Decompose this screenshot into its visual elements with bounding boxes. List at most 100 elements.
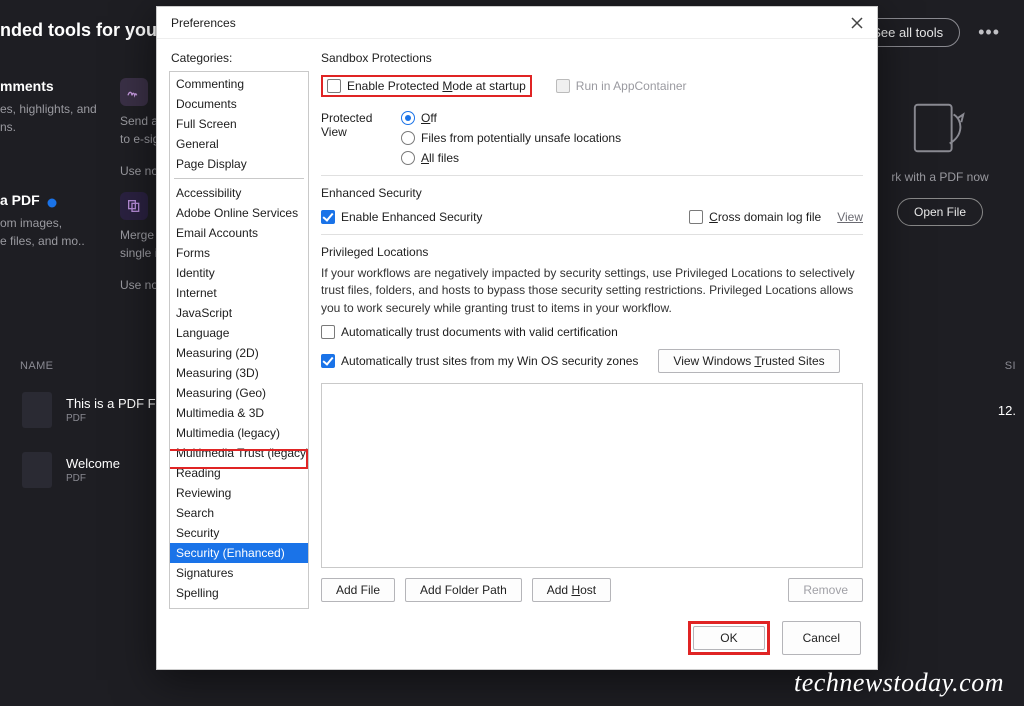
open-file-button[interactable]: Open File (897, 198, 983, 226)
pdf-file-icon (22, 452, 52, 488)
category-documents[interactable]: Documents (170, 94, 308, 114)
pv-all-input[interactable] (401, 151, 415, 165)
category-security-enhanced[interactable]: Security (Enhanced) (170, 543, 308, 563)
category-reviewing[interactable]: Reviewing (170, 483, 308, 503)
pv-unsafe-radio[interactable]: Files from potentially unsafe locations (401, 131, 621, 145)
category-internet[interactable]: Internet (170, 283, 308, 303)
add-host-button[interactable]: Add Host (532, 578, 611, 602)
category-search[interactable]: Search (170, 503, 308, 523)
auto-os-checkbox[interactable]: Automatically trust sites from my Win OS… (321, 354, 638, 368)
cross-domain-checkbox[interactable]: Cross domain log file (689, 210, 821, 224)
category-full-screen[interactable]: Full Screen (170, 114, 308, 134)
add-folder-button[interactable]: Add Folder Path (405, 578, 522, 602)
tools-heading: nded tools for you (0, 20, 157, 41)
merge-card-line1: Merge (120, 226, 158, 244)
category-spelling[interactable]: Spelling (170, 583, 308, 603)
category-tracker[interactable]: Tracker (170, 603, 308, 609)
signature-card-line2: to e-sig (120, 130, 159, 148)
category-adobe-online-services[interactable]: Adobe Online Services (170, 203, 308, 223)
auto-os-label: Automatically trust sites from my Win OS… (341, 354, 638, 368)
privileged-desc: If your workflows are negatively impacte… (321, 265, 863, 317)
add-file-button[interactable]: Add File (321, 578, 395, 602)
auto-cert-label: Automatically trust documents with valid… (341, 325, 618, 339)
privileged-locations-list[interactable] (321, 383, 863, 568)
col-size: SI (1005, 360, 1016, 372)
pv-all-radio[interactable]: All files (401, 151, 621, 165)
app-container-input[interactable] (556, 79, 570, 93)
ok-highlight: OK (688, 621, 769, 655)
category-general[interactable]: General (170, 134, 308, 154)
file-name: This is a PDF File (66, 396, 169, 411)
auto-cert-checkbox[interactable]: Automatically trust documents with valid… (321, 325, 863, 339)
pv-off-label: Off (421, 111, 437, 125)
category-security[interactable]: Security (170, 523, 308, 543)
category-reading[interactable]: Reading (170, 463, 308, 483)
privileged-section: Privileged Locations If your workflows a… (321, 245, 863, 609)
merge-card-line2: single i (120, 244, 158, 262)
pv-all-label: All files (421, 151, 459, 165)
file-size: 12. (998, 403, 1016, 418)
protected-mode-input[interactable] (327, 79, 341, 93)
signature-card-icon (120, 78, 148, 106)
view-link[interactable]: View (837, 210, 863, 224)
info-icon (46, 197, 58, 209)
use-now-2[interactable]: Use no (120, 276, 158, 294)
use-now-1[interactable]: Use no (120, 162, 159, 180)
category-separator (174, 178, 304, 179)
view-trusted-sites-button[interactable]: View Windows Trusted Sites (658, 349, 839, 373)
category-multimedia-3d[interactable]: Multimedia & 3D (170, 403, 308, 423)
protected-mode-label: Enable Protected Mode at startup (347, 79, 526, 93)
signature-card-line1: Send a (120, 112, 159, 130)
cross-domain-input[interactable] (689, 210, 703, 224)
category-signatures[interactable]: Signatures (170, 563, 308, 583)
pv-unsafe-label: Files from potentially unsafe locations (421, 131, 621, 145)
cancel-button[interactable]: Cancel (782, 621, 861, 655)
file-type: PDF (66, 413, 169, 424)
category-commenting[interactable]: Commenting (170, 74, 308, 94)
sandbox-section: Sandbox Protections Enable Protected Mod… (321, 51, 863, 176)
category-javascript[interactable]: JavaScript (170, 303, 308, 323)
auto-cert-input[interactable] (321, 325, 335, 339)
categories-list[interactable]: Commenting Documents Full Screen General… (169, 71, 309, 609)
category-multimedia-legacy[interactable]: Multimedia (legacy) (170, 423, 308, 443)
app-container-checkbox[interactable]: Run in AppContainer (556, 79, 687, 93)
category-multimedia-trust-legacy[interactable]: Multimedia Trust (legacy) (170, 443, 308, 463)
pdf-tool-title: a PDF (0, 192, 40, 208)
category-measuring-3d[interactable]: Measuring (3D) (170, 363, 308, 383)
category-language[interactable]: Language (170, 323, 308, 343)
open-file-card: rk with a PDF now Open File (880, 100, 1000, 226)
pdf-file-icon (22, 392, 52, 428)
remove-button[interactable]: Remove (788, 578, 863, 602)
file-name: Welcome (66, 456, 120, 471)
category-measuring-2d[interactable]: Measuring (2D) (170, 343, 308, 363)
enable-enhanced-label: Enable Enhanced Security (341, 210, 482, 224)
ok-button[interactable]: OK (693, 626, 764, 650)
enable-enhanced-input[interactable] (321, 210, 335, 224)
pv-unsafe-input[interactable] (401, 131, 415, 145)
enable-enhanced-checkbox[interactable]: Enable Enhanced Security (321, 210, 482, 224)
close-button[interactable] (845, 11, 869, 35)
category-forms[interactable]: Forms (170, 243, 308, 263)
merge-card-icon (120, 192, 148, 220)
privileged-heading: Privileged Locations (321, 245, 863, 259)
protected-mode-highlight: Enable Protected Mode at startup (321, 75, 532, 97)
auto-os-input[interactable] (321, 354, 335, 368)
enhanced-heading: Enhanced Security (321, 186, 863, 200)
pv-off-input[interactable] (401, 111, 415, 125)
category-email-accounts[interactable]: Email Accounts (170, 223, 308, 243)
app-container-label: Run in AppContainer (576, 79, 687, 93)
file-type: PDF (66, 473, 120, 484)
pv-off-radio[interactable]: Off (401, 111, 621, 125)
category-page-display[interactable]: Page Display (170, 154, 308, 174)
category-identity[interactable]: Identity (170, 263, 308, 283)
protected-view-label: Protected View (321, 111, 391, 139)
category-accessibility[interactable]: Accessibility (170, 183, 308, 203)
enhanced-section: Enhanced Security Enable Enhanced Securi… (321, 186, 863, 235)
category-measuring-geo[interactable]: Measuring (Geo) (170, 383, 308, 403)
cross-domain-label: Cross domain log file (709, 210, 821, 224)
pdf-tool-subtitle: om images, e files, and mo.. (0, 214, 85, 250)
preferences-dialog: Preferences Categories: Commenting Docum… (156, 6, 878, 670)
pdf-thumbnail-icon (909, 100, 971, 156)
more-menu-icon[interactable]: ••• (978, 22, 1000, 43)
protected-mode-checkbox[interactable]: Enable Protected Mode at startup (327, 79, 526, 93)
